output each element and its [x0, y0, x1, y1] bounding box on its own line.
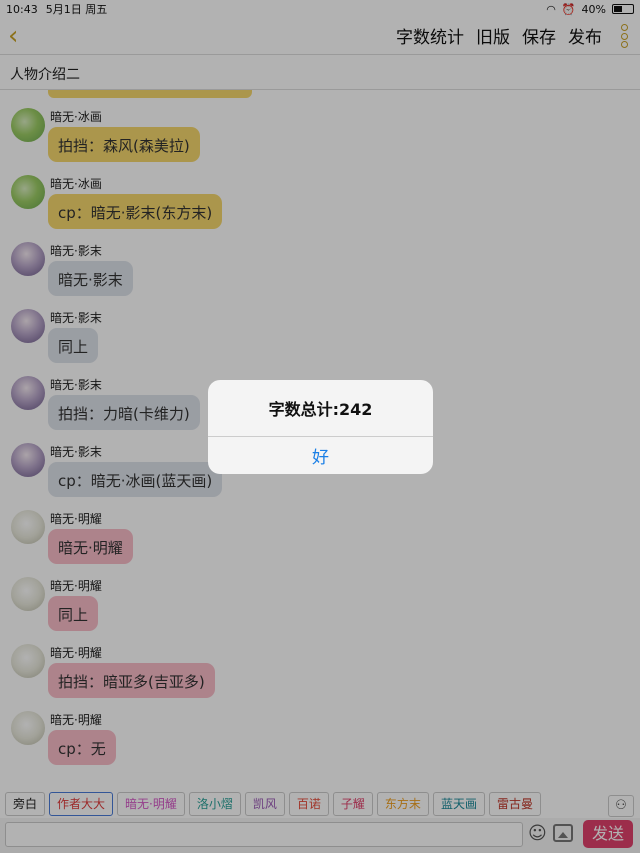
- dialog-ok-button[interactable]: 好: [208, 437, 433, 474]
- dialog-message: 字数总计:242: [208, 380, 433, 437]
- word-count-dialog: 字数总计:242 好: [208, 380, 433, 474]
